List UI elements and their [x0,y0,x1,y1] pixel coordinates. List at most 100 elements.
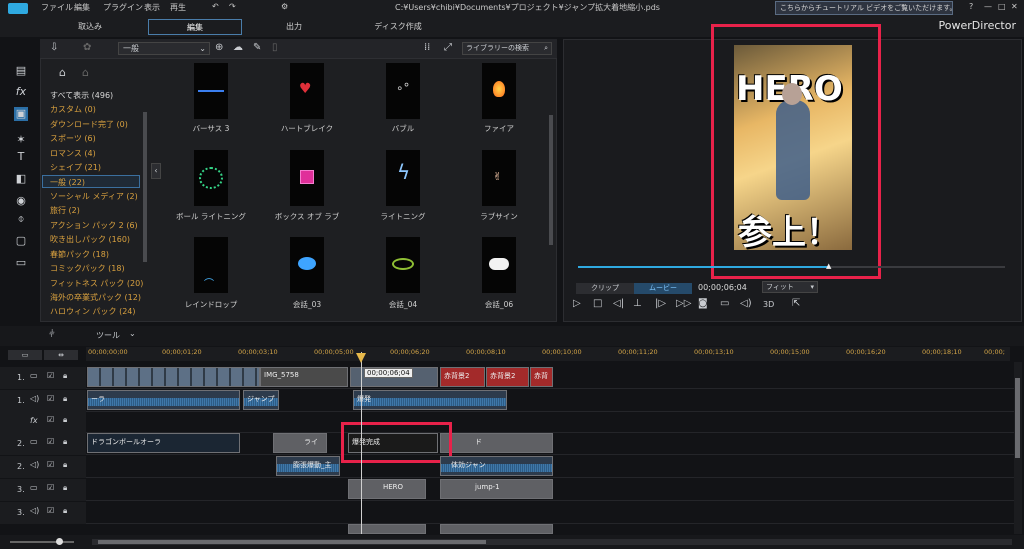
audio-clip[interactable]: 膨張爆動_主 [276,456,340,476]
category-item[interactable]: 海外の卒業式パック (12) [50,292,141,303]
doc-icon[interactable]: ▯ [272,42,278,53]
library-scrollbar[interactable] [549,115,553,245]
category-item[interactable]: カスタム (0) [50,104,96,115]
close-icon[interactable]: ✕ [1011,2,1018,11]
playhead-line[interactable] [361,352,362,534]
thumb-talk03[interactable] [290,237,324,293]
fit-timeline-button[interactable]: ⇹ [44,350,78,360]
fit-dropdown[interactable]: フィット ▾ [762,281,818,293]
download-cloud-icon[interactable]: ☁ [233,42,243,53]
category-item[interactable]: 春節パック (18) [50,249,109,260]
lock-icon[interactable]: 🔒︎ [63,415,67,425]
category-item[interactable]: アクション パック 2 (6) [50,220,138,231]
thumb-ball-lightning[interactable] [194,150,228,206]
lock-icon[interactable]: 🔒︎ [63,437,67,447]
thumb-box-of-love[interactable] [290,150,324,206]
maximize-icon[interactable]: □ [998,2,1006,11]
lock-icon[interactable]: 🔒︎ [63,460,67,470]
timeline-clip[interactable] [440,524,553,534]
timeline-clip[interactable]: ド [440,433,553,453]
particle-room-icon[interactable]: ✶ [14,133,28,147]
help-icon[interactable]: ? [969,2,973,11]
tab-disc[interactable]: ディスク作成 [360,19,436,35]
track-enable-checkbox[interactable]: ☑ [47,483,54,492]
minimize-icon[interactable]: — [984,2,992,11]
fx-room-icon[interactable]: fx [14,85,28,99]
zoom-handle[interactable] [56,538,63,545]
library-search-input[interactable]: ライブラリーの検索 ⌕ [462,42,552,55]
track-enable-checkbox[interactable]: ☑ [47,394,54,403]
mode-movie-button[interactable]: ムービー [634,283,692,294]
tag-remove-icon[interactable]: ⌂ [82,66,89,79]
track-enable-checkbox[interactable]: ☑ [47,371,54,380]
menu-plugin[interactable]: プラグイン [103,2,143,13]
audio-clip[interactable]: ーラ [87,390,240,410]
mode-clip-button[interactable]: クリップ [576,283,634,294]
track-manager-icon[interactable]: ⫩ [49,329,55,340]
thumb-raindrop[interactable]: ⌒ [194,237,228,293]
overlay-room-icon[interactable]: ▣ [14,107,28,121]
category-item[interactable]: 吹き出しパック (160) [50,234,130,245]
timeline-clip[interactable] [87,367,260,387]
timeline-scrollbar-h[interactable] [92,539,1012,545]
timeline-clip[interactable]: HERO [348,479,426,499]
paint-icon[interactable]: ✎ [253,42,261,53]
category-item[interactable]: ロマンス (4) [50,148,96,159]
timeline-clip[interactable]: ドラゴンボールオーラ [87,433,240,453]
category-item[interactable]: フィットネス パック (20) [50,278,143,289]
add-icon[interactable]: ⊕ [215,42,223,53]
settings-icon[interactable]: ⚙ [281,2,288,11]
category-item[interactable]: ダウンロード完了 (0) [50,119,128,130]
redo-icon[interactable]: ↷ [229,2,236,11]
mark-in-icon[interactable]: ⊥ [633,298,642,309]
chapter-icon[interactable]: ▢ [14,234,28,248]
thumb-love-sign[interactable]: ✌ [482,150,516,206]
lock-icon[interactable]: 🔒︎ [63,506,67,516]
scroll-thumb[interactable] [98,540,486,544]
track-enable-checkbox[interactable]: ☑ [47,437,54,446]
plugin-icon[interactable]: ✿ [83,42,91,53]
subtitle-icon[interactable]: ▭ [14,256,28,270]
threed-toggle[interactable]: 3D [763,300,774,309]
track-enable-checkbox[interactable]: ☑ [47,460,54,469]
transition-room-icon[interactable]: ◧ [14,172,28,186]
menu-view[interactable]: 表示 [144,2,160,13]
tutorial-banner[interactable]: こちらからチュートリアル ビデオをご覧いただけます。 [775,1,953,15]
lock-icon[interactable]: 🔒︎ [63,483,67,493]
category-item[interactable]: ソーシャル メディア (2) [50,191,138,202]
volume-icon[interactable]: ◁) [740,298,752,309]
category-scrollbar[interactable] [143,112,147,262]
menu-file[interactable]: ファイル [41,2,73,13]
media-room-icon[interactable]: ▤ [14,64,28,78]
next-frame-icon[interactable]: |▷ [655,298,666,309]
grid-view-icon[interactable]: ⁞⁞ [424,42,430,53]
tools-menu[interactable]: ツール [96,330,120,341]
timeline-clip[interactable]: jump-1 [440,479,553,499]
audio-clip[interactable]: 爆発 [353,390,507,410]
timeline-clip[interactable]: 赤背 [530,367,553,387]
scroll-thumb[interactable] [1015,378,1020,458]
track-enable-checkbox[interactable]: ☑ [47,506,54,515]
track-view-button[interactable]: ▭ [8,350,42,360]
expand-icon[interactable]: ⤢ [444,42,452,53]
timeline-clip[interactable]: IMG_5758 [260,367,348,387]
thumb-bubble[interactable]: ∘° [386,63,420,119]
timeline-clip[interactable]: ライ [273,433,327,453]
snapshot-icon[interactable]: ◙ [698,298,708,309]
thumb-talk06[interactable] [482,237,516,293]
prev-frame-icon[interactable]: ◁| [613,298,624,309]
audio-room-icon[interactable]: ◉ [14,194,28,208]
category-item[interactable]: シェイプ (21) [50,162,101,173]
zoom-slider[interactable] [10,538,74,545]
mic-icon[interactable]: ⌽ [14,212,28,226]
category-item[interactable]: スポーツ (6) [50,133,96,144]
category-item-selected[interactable]: 一般 (22) [50,177,85,188]
timeline-clip[interactable]: 赤背景2 [486,367,529,387]
timeline-clip[interactable]: 赤背景2 [440,367,485,387]
thumb-fire[interactable] [482,63,516,119]
category-item[interactable]: コミックパック (18) [50,263,125,274]
subtitle-preview-icon[interactable]: ▭ [720,298,729,309]
thumb-talk04[interactable] [386,237,420,293]
external-window-icon[interactable]: ⇱ [792,298,800,309]
track-enable-checkbox[interactable]: ☑ [47,415,54,424]
